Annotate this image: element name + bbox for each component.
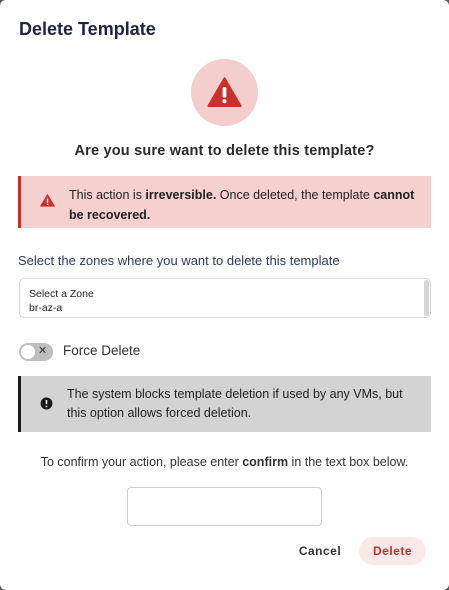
alert-text-part: Once deleted, the template: [216, 188, 374, 202]
confirmation-question: Are you sure want to delete this templat…: [74, 143, 375, 159]
info-alert-text: The system blocks template deletion if u…: [67, 387, 403, 420]
force-delete-label: Force Delete: [63, 343, 141, 358]
confirm-instruction: To confirm your action, please enter con…: [0, 455, 449, 469]
force-delete-toggle[interactable]: ✕: [19, 343, 53, 361]
irreversible-alert-text: This action is irreversible. Once delete…: [69, 185, 419, 225]
zone-select-placeholder: Select a Zone: [29, 288, 94, 300]
delete-button[interactable]: Delete: [359, 537, 426, 565]
confirm-text-part: in the text box below.: [288, 455, 409, 469]
alert-text-part: This action is: [69, 188, 146, 202]
zone-option-br-az-a[interactable]: br-az-a: [29, 302, 62, 314]
irreversible-alert: This action is irreversible. Once delete…: [18, 176, 431, 228]
force-delete-info-alert: The system blocks template deletion if u…: [18, 376, 431, 432]
dialog-title: Delete Template: [19, 19, 156, 39]
zone-select-label: Select the zones where you want to delet…: [18, 253, 340, 268]
alert-text-bold: irreversible.: [145, 188, 217, 202]
zone-select-scrollbar[interactable]: [424, 280, 429, 316]
close-icon: ✕: [38, 345, 48, 357]
confirm-text-part: To confirm your action, please enter: [40, 455, 243, 469]
warning-badge: [191, 59, 258, 126]
confirm-input[interactable]: [127, 487, 322, 526]
toggle-knob: [21, 345, 35, 359]
confirm-keyword: confirm: [242, 455, 289, 469]
zone-multiselect[interactable]: Select a Zone br-az-a: [19, 278, 431, 318]
warning-triangle-icon: [207, 77, 242, 107]
exclamation-circle-icon: [40, 397, 53, 410]
cancel-button[interactable]: Cancel: [289, 539, 351, 563]
delete-template-dialog: Delete Template Are you sure want to del…: [0, 0, 449, 590]
warning-triangle-icon: [40, 194, 55, 207]
